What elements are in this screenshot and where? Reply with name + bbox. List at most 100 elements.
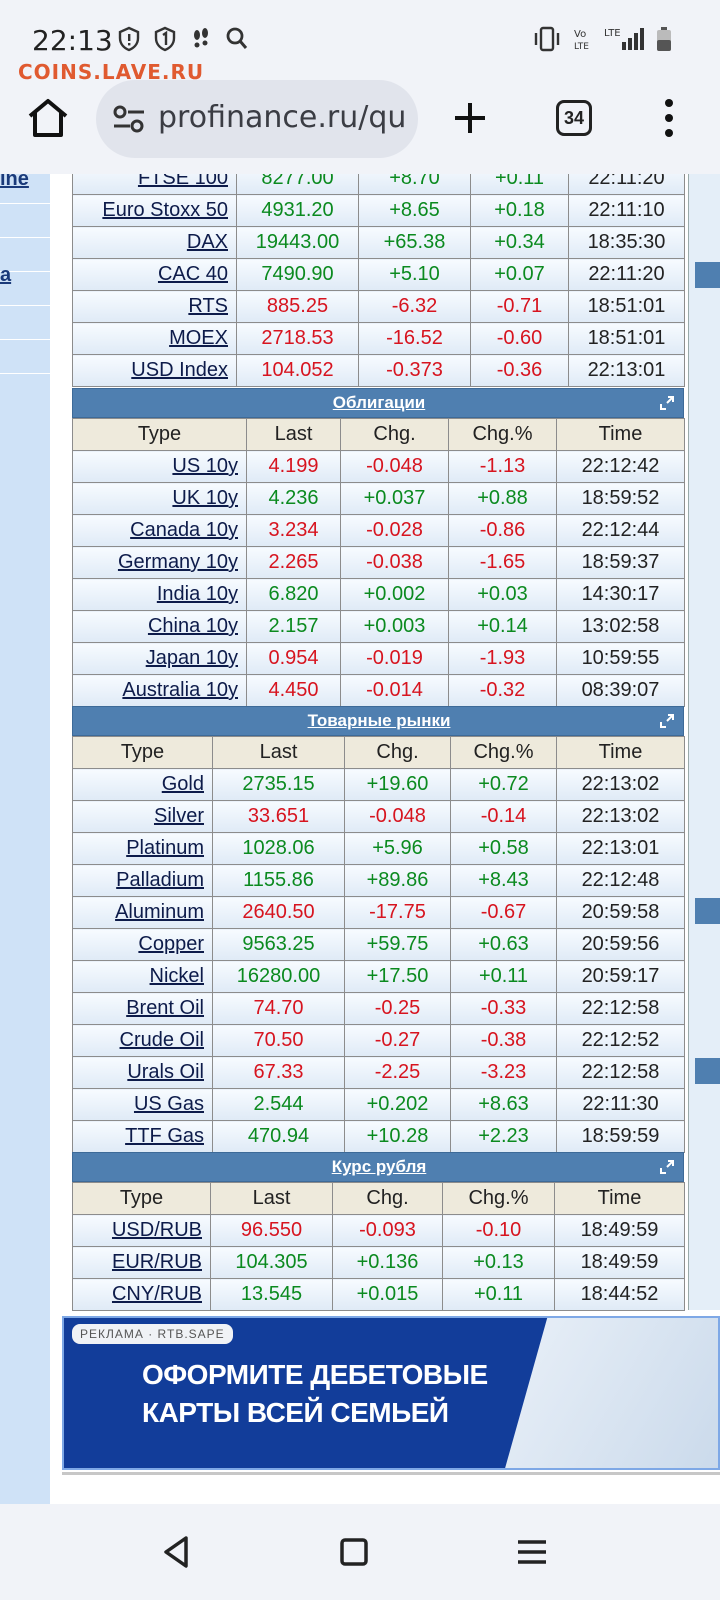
system-navigation-bar xyxy=(0,1504,720,1600)
status-bar: 22:13 Vo LTE LTE COINS.LAVE.RU xyxy=(0,0,720,84)
ad-text: ОФОРМИТЕ ДЕБЕТОВЫЕ КАРТЫ ВСЕЙ СЕМЬЕЙ xyxy=(142,1356,488,1432)
instrument-link[interactable]: Crude Oil xyxy=(120,1029,204,1051)
last-cell: 2640.50 xyxy=(212,896,345,929)
chg-cell: +65.38 xyxy=(358,226,471,259)
instrument-link[interactable]: Japan 10y xyxy=(146,647,238,669)
ad-label: РЕКЛАМА · RTB.SAPE xyxy=(72,1324,233,1344)
expand-icon[interactable] xyxy=(659,395,675,411)
expand-icon[interactable] xyxy=(659,1159,675,1175)
time-cell: 22:13:01 xyxy=(568,354,685,387)
url-text[interactable]: profinance.ru/quc xyxy=(158,100,408,135)
ad-image xyxy=(504,1318,718,1468)
bonds-section-title[interactable]: Облигации xyxy=(73,393,685,413)
ad-banner[interactable]: РЕКЛАМА · RTB.SAPE ОФОРМИТЕ ДЕБЕТОВЫЕ КА… xyxy=(62,1316,720,1470)
chg-cell: -0.028 xyxy=(340,514,449,547)
instrument-link[interactable]: EUR/RUB xyxy=(112,1251,202,1273)
rouble-table: Type Last Chg. Chg.% Time USD/RUB 96.550 -0.093… xyxy=(72,1182,685,1311)
more-menu-icon[interactable] xyxy=(664,98,674,138)
status-time: 22:13 xyxy=(32,24,113,57)
time-cell: 10:59:55 xyxy=(556,642,685,675)
instrument-link[interactable]: CNY/RUB xyxy=(112,1283,202,1305)
pct-cell: +0.58 xyxy=(450,832,557,865)
address-bar[interactable]: profinance.ru/quc xyxy=(96,80,418,158)
home-icon[interactable] xyxy=(26,96,70,140)
last-cell: 9563.25 xyxy=(212,928,345,961)
instrument-link[interactable]: USD/RUB xyxy=(112,1219,202,1241)
instrument-link[interactable]: USD Index xyxy=(131,359,228,381)
chg-cell: +0.037 xyxy=(340,482,449,515)
instrument-link[interactable]: UK 10y xyxy=(172,487,238,509)
pct-cell: -0.14 xyxy=(450,800,557,833)
instrument-link[interactable]: China 10y xyxy=(148,615,238,637)
table-header-row: Type Last Chg. Chg.% Time xyxy=(72,736,685,769)
instrument-cell: FTSE 100 xyxy=(72,174,237,195)
sidebar-link[interactable]: a xyxy=(0,264,11,287)
last-cell: 96.550 xyxy=(210,1214,333,1247)
sidebar-link[interactable]: ine xyxy=(0,174,29,191)
instrument-cell: Brent Oil xyxy=(72,992,213,1025)
instrument-link[interactable]: CAC 40 xyxy=(158,263,228,285)
last-cell: 74.70 xyxy=(212,992,345,1025)
expand-icon[interactable] xyxy=(659,713,675,729)
pct-cell: +0.11 xyxy=(470,174,569,195)
pct-cell: -0.36 xyxy=(470,354,569,387)
instrument-link[interactable]: FTSE 100 xyxy=(138,174,228,189)
lte-signal-icon: LTE xyxy=(604,28,644,50)
instrument-link[interactable]: Nickel xyxy=(150,965,204,987)
commodities-table: Type Last Chg. Chg.% Time Gold 2735.15 +19.60 +0… xyxy=(72,736,685,1153)
home-square-icon[interactable] xyxy=(334,1532,374,1572)
instrument-link[interactable]: Australia 10y xyxy=(122,679,238,701)
svg-text:LTE: LTE xyxy=(604,28,621,39)
instrument-link[interactable]: US 10y xyxy=(172,455,238,477)
sidebar-cell xyxy=(0,306,50,340)
recents-menu-icon[interactable] xyxy=(512,1532,552,1572)
instrument-link[interactable]: Canada 10y xyxy=(130,519,238,541)
instrument-link[interactable]: MOEX xyxy=(169,327,228,349)
instrument-link[interactable]: Palladium xyxy=(116,869,204,891)
table-row: Copper 9563.25 +59.75 +0.63 20:59:56 xyxy=(72,928,685,961)
last-cell: 2718.53 xyxy=(236,322,359,355)
instrument-link[interactable]: Copper xyxy=(138,933,204,955)
last-cell: 470.94 xyxy=(212,1120,345,1153)
instrument-cell: UK 10y xyxy=(72,482,247,515)
last-cell: 70.50 xyxy=(212,1024,345,1057)
instrument-cell: Palladium xyxy=(72,864,213,897)
instrument-link[interactable]: Platinum xyxy=(126,837,204,859)
time-cell: 20:59:58 xyxy=(556,896,685,929)
instrument-link[interactable]: Germany 10y xyxy=(118,551,238,573)
chg-cell: -0.048 xyxy=(344,800,451,833)
instrument-cell: TTF Gas xyxy=(72,1120,213,1153)
rouble-section-title[interactable]: Курс рубля xyxy=(73,1157,685,1177)
pct-cell: -3.23 xyxy=(450,1056,557,1089)
instrument-link[interactable]: DAX xyxy=(187,231,228,253)
chg-cell: -0.093 xyxy=(332,1214,443,1247)
time-cell: 18:44:52 xyxy=(554,1278,685,1311)
shield-alert-icon xyxy=(118,26,140,52)
column-header-chg: Chg. xyxy=(344,736,451,769)
instrument-link[interactable]: Aluminum xyxy=(115,901,204,923)
commodities-section-title[interactable]: Товарные рынки xyxy=(73,711,685,731)
instrument-link[interactable]: TTF Gas xyxy=(125,1125,204,1147)
time-cell: 13:02:58 xyxy=(556,610,685,643)
instrument-cell: Euro Stoxx 50 xyxy=(72,194,237,227)
instrument-link[interactable]: India 10y xyxy=(157,583,238,605)
instrument-link[interactable]: Gold xyxy=(162,773,204,795)
instrument-link[interactable]: RTS xyxy=(188,295,228,317)
site-settings-icon[interactable] xyxy=(112,104,146,134)
instrument-link[interactable]: Brent Oil xyxy=(126,997,204,1019)
table-row: Germany 10y 2.265 -0.038 -1.65 18:59:37 xyxy=(72,546,685,579)
last-cell: 4.199 xyxy=(246,450,341,483)
instrument-link[interactable]: Urals Oil xyxy=(127,1061,204,1083)
column-header-last: Last xyxy=(246,418,341,451)
pct-cell: -1.13 xyxy=(448,450,557,483)
instrument-link[interactable]: US Gas xyxy=(134,1093,204,1115)
tab-switcher-button[interactable]: 34 xyxy=(556,100,592,136)
new-tab-icon[interactable] xyxy=(452,100,488,136)
column-header-last: Last xyxy=(210,1182,333,1215)
instrument-link[interactable]: Silver xyxy=(154,805,204,827)
time-cell: 22:12:42 xyxy=(556,450,685,483)
table-row: TTF Gas 470.94 +10.28 +2.23 18:59:59 xyxy=(72,1120,685,1153)
instrument-link[interactable]: Euro Stoxx 50 xyxy=(102,199,228,221)
browser-toolbar: profinance.ru/quc 34 xyxy=(0,80,720,174)
back-icon[interactable] xyxy=(156,1532,196,1572)
